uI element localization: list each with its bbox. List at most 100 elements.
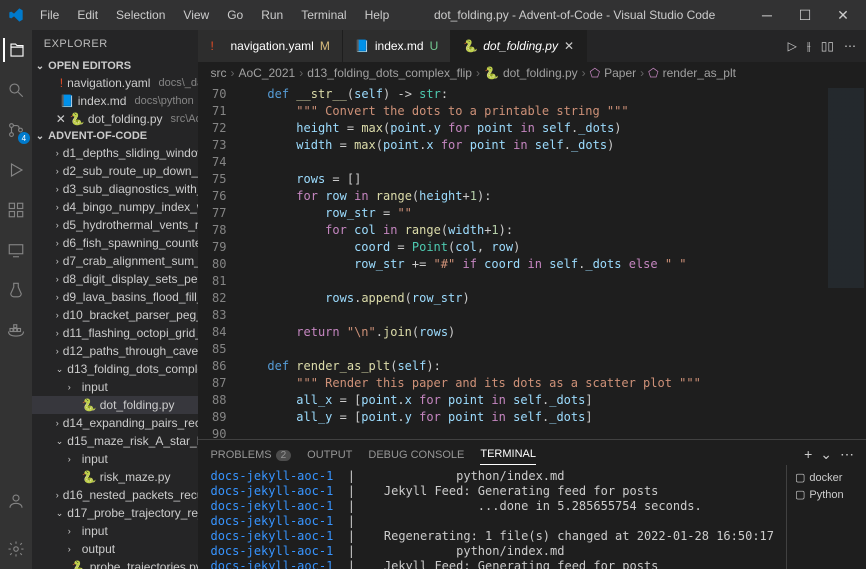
close-icon[interactable]: ✕ xyxy=(564,39,574,53)
folder-item[interactable]: ›d14_expanding_pairs_recursion_counters xyxy=(32,414,199,432)
file-item[interactable]: 🐍 probe_trajectories.py xyxy=(32,558,199,569)
split-icon[interactable]: ▯▯ xyxy=(821,39,834,53)
breadcrumb-part[interactable]: d13_folding_dots_complex_flip xyxy=(307,66,472,80)
editor-tab[interactable]: 🐍dot_folding.py✕ xyxy=(451,30,587,62)
folder-item[interactable]: ⌄d13_folding_dots_complex_flip xyxy=(32,360,199,378)
run-debug-icon[interactable] xyxy=(4,158,28,182)
open-editor-item[interactable]: ✕🐍dot_folding.pysrc\AoC_2021\d13_folding… xyxy=(32,110,199,128)
terminal-side-item[interactable]: ▢Python xyxy=(795,486,858,503)
accounts-icon[interactable] xyxy=(4,489,28,513)
folder-item[interactable]: ›d6_fish_spawning_counter_defaultdict_nu… xyxy=(32,234,199,252)
menu-terminal[interactable]: Terminal xyxy=(293,4,354,26)
chevron-icon: › xyxy=(56,238,59,248)
file-name: probe_trajectories.py xyxy=(90,560,199,569)
breadcrumb[interactable]: src›AoC_2021›d13_folding_dots_complex_fl… xyxy=(198,62,866,84)
code-content[interactable]: def __str__(self) -> str: """ Convert th… xyxy=(238,84,826,439)
problems-tab[interactable]: PROBLEMS2 xyxy=(210,445,291,465)
folder-item[interactable]: ›d8_digit_display_sets_perms_zip xyxy=(32,270,199,288)
minimize-button[interactable]: ─ xyxy=(752,7,782,23)
more-icon[interactable]: ⋯ xyxy=(840,446,854,463)
menu-help[interactable]: Help xyxy=(357,4,398,26)
folder-item[interactable]: ›input xyxy=(32,378,199,396)
menu-go[interactable]: Go xyxy=(219,4,251,26)
compare-icon[interactable]: ⫲ xyxy=(807,39,811,54)
editor-tab[interactable]: !navigation.yamlM xyxy=(198,30,342,62)
folder-item[interactable]: ›d2_sub_route_up_down_inclination_comple… xyxy=(32,162,199,180)
file-item[interactable]: 🐍dot_folding.py xyxy=(32,396,199,414)
menu-selection[interactable]: Selection xyxy=(108,4,173,26)
settings-icon[interactable] xyxy=(4,537,28,561)
breadcrumb-symbol[interactable]: Paper xyxy=(604,66,636,80)
folder-name: d5_hydrothermal_vents_re_numpy_lines_an.… xyxy=(63,218,199,232)
explorer-icon[interactable] xyxy=(3,38,27,62)
menu-edit[interactable]: Edit xyxy=(69,4,106,26)
folder-item[interactable]: ⌄d17_probe_trajectory_re_points xyxy=(32,504,199,522)
file-item[interactable]: 🐍risk_maze.py xyxy=(32,468,199,486)
folder-item[interactable]: ›input xyxy=(32,450,199,468)
maximize-button[interactable]: ☐ xyxy=(790,7,820,24)
folder-item[interactable]: ›d9_lava_basins_flood_fill_point_grid_ne… xyxy=(32,288,199,306)
run-icon[interactable]: ▷ xyxy=(788,39,797,53)
folder-item[interactable]: ›d4_bingo_numpy_index_with_bool_array xyxy=(32,198,199,216)
debug-console-tab[interactable]: DEBUG CONSOLE xyxy=(368,445,464,465)
folder-item[interactable]: › d16_nested_packets_recursion xyxy=(32,486,199,504)
chevron-down-icon: ⌄ xyxy=(36,131,44,142)
py-file-icon: 🐍 xyxy=(72,560,86,569)
tab-name: navigation.yaml xyxy=(230,39,313,53)
extensions-icon[interactable] xyxy=(4,198,28,222)
breadcrumb-symbol[interactable]: render_as_plt xyxy=(663,66,736,80)
folder-item[interactable]: ›input xyxy=(32,522,199,540)
chevron-icon: › xyxy=(56,328,59,338)
folder-item[interactable]: ›d12_paths_through_caves_bfs_adjacency_d… xyxy=(32,342,199,360)
editor-tab[interactable]: 📘index.mdU xyxy=(343,30,451,62)
remote-icon[interactable] xyxy=(4,238,28,262)
source-control-icon[interactable]: 4 xyxy=(4,118,28,142)
menu-view[interactable]: View xyxy=(175,4,217,26)
output-tab[interactable]: OUTPUT xyxy=(307,445,352,465)
breadcrumb-part[interactable]: AoC_2021 xyxy=(238,66,295,80)
testing-icon[interactable] xyxy=(4,278,28,302)
docker-icon[interactable] xyxy=(4,318,28,342)
folder-item[interactable]: ›d10_bracket_parser_peg_validation_zip_e… xyxy=(32,306,199,324)
folder-item[interactable]: ›d3_sub_diagnostics_with_bin_counters xyxy=(32,180,199,198)
folder-item[interactable]: ⌄d15_maze_risk_A_star_BFS_priority_queue… xyxy=(32,432,199,450)
folder-item[interactable]: ›d5_hydrothermal_vents_re_numpy_lines_an… xyxy=(32,216,199,234)
folder-item[interactable]: ›d7_crab_alignment_sum_arithemetic_seq_n… xyxy=(32,252,199,270)
terminal-dropdown-icon[interactable]: ⌄ xyxy=(820,446,832,463)
yaml-file-icon: ! xyxy=(60,76,63,90)
close-button[interactable]: ✕ xyxy=(828,7,858,24)
folder-name: input xyxy=(82,452,108,466)
folder-item[interactable]: ›d11_flashing_octopi_grid_point_dx_dy_pi… xyxy=(32,324,199,342)
open-editor-item[interactable]: 📘index.mddocs\pythonU xyxy=(32,92,199,110)
menu-file[interactable]: File xyxy=(32,4,67,26)
folder-item[interactable]: ›d1_depths_sliding_window_deque_and_num.… xyxy=(32,144,199,162)
md-file-icon: 📘 xyxy=(355,39,369,53)
minimap[interactable] xyxy=(826,84,866,439)
open-editors-header[interactable]: ⌄OPEN EDITORS xyxy=(32,58,199,74)
search-icon[interactable] xyxy=(4,78,28,102)
open-editor-item[interactable]: !navigation.yamldocs\_dataM xyxy=(32,74,199,92)
terminal-icon: ▢ xyxy=(795,488,805,501)
breadcrumb-file[interactable]: dot_folding.py xyxy=(503,66,578,80)
folder-item[interactable]: ›output xyxy=(32,540,199,558)
terminal-side: ▢docker▢Python xyxy=(786,465,866,569)
py-file-icon: 🐍 xyxy=(484,66,499,80)
chevron-icon: › xyxy=(56,346,59,356)
chevron-icon: › xyxy=(68,382,78,392)
folder-name: d16_nested_packets_recursion xyxy=(63,488,199,502)
chevron-icon: ⌄ xyxy=(56,436,64,447)
more-icon[interactable]: ⋯ xyxy=(844,39,856,53)
terminal-tab[interactable]: TERMINAL xyxy=(480,444,536,465)
chevron-icon: › xyxy=(56,148,59,158)
close-icon[interactable]: ✕ xyxy=(56,112,66,126)
workspace-header[interactable]: ⌄ADVENT-OF-CODE xyxy=(32,128,199,144)
chevron-icon: › xyxy=(56,490,59,500)
code-editor[interactable]: 70 71 72 73 74 75 76 77 78 79 80 81 82 8… xyxy=(198,84,866,439)
activity-bar: 4 xyxy=(0,30,32,569)
new-terminal-icon[interactable]: + xyxy=(804,446,812,463)
menu-run[interactable]: Run xyxy=(253,4,291,26)
terminal-side-item[interactable]: ▢docker xyxy=(795,469,858,486)
folder-name: input xyxy=(82,524,108,538)
terminal-content[interactable]: docs-jekyll-aoc-1 | python/index.md docs… xyxy=(198,465,786,569)
breadcrumb-part[interactable]: src xyxy=(210,66,226,80)
